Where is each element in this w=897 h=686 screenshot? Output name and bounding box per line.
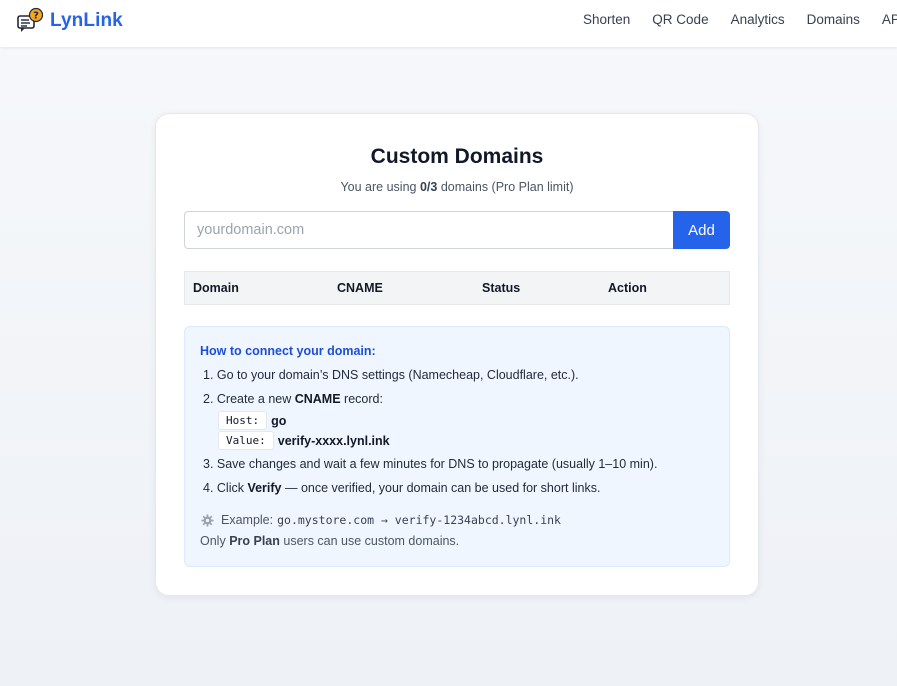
step2-suffix: record: — [340, 392, 383, 406]
note-pro-plan: Pro Plan — [229, 534, 280, 548]
svg-text:?: ? — [33, 11, 39, 22]
host-label: Host: — [218, 411, 268, 430]
usage-count: 0/3 — [419, 180, 438, 194]
nav-domains[interactable]: Domains — [807, 12, 860, 27]
page-title: Custom Domains — [370, 145, 544, 168]
gear-icon — [201, 513, 214, 527]
column-header-domain: Domain — [193, 281, 239, 295]
top-navbar: ? LynLink Shorten QR Code Analytics Doma… — [0, 0, 897, 47]
usage-prefix: You are using — [340, 180, 420, 194]
value-record-row: Value: verify-xxxx.lynl.ink — [218, 431, 390, 450]
help-step-1: 1. Go to your domain’s DNS settings (Nam… — [203, 368, 579, 382]
brand-name: LynLink — [50, 10, 123, 31]
step2-prefix: 2. Create a new — [203, 392, 295, 406]
host-record-row: Host: go — [218, 411, 286, 430]
step4-prefix: 4. Click — [203, 481, 248, 495]
step4-verify: Verify — [247, 481, 282, 495]
note-prefix: Only — [200, 534, 230, 548]
value-label: Value: — [218, 431, 274, 450]
add-domain-button[interactable]: Add — [673, 211, 730, 249]
nav-links: Shorten QR Code Analytics Domains API — [583, 12, 897, 27]
example-label: Example: — [221, 513, 274, 527]
example-line: Example: go.mystore.com → verify-1234abc… — [201, 513, 561, 527]
step2-cname: CNAME — [294, 392, 341, 406]
nav-qr-code[interactable]: QR Code — [652, 12, 708, 27]
usage-subtitle: You are using 0/3 domains (Pro Plan limi… — [156, 180, 758, 194]
value-value: verify-xxxx.lynl.ink — [277, 433, 390, 448]
column-header-status: Status — [482, 281, 521, 295]
help-title: How to connect your domain: — [200, 344, 376, 358]
nav-analytics[interactable]: Analytics — [731, 12, 785, 27]
chat-question-icon: ? — [17, 7, 44, 32]
example-value: go.mystore.com → verify-1234abcd.lynl.in… — [277, 513, 561, 527]
help-step-4: 4. Click Verify — once verified, your do… — [203, 481, 600, 495]
nav-api[interactable]: API — [882, 12, 897, 27]
domains-table-header: Domain CNAME Status Action — [184, 271, 730, 305]
custom-domains-card: Custom Domains You are using 0/3 domains… — [155, 113, 759, 596]
domain-input[interactable] — [184, 211, 674, 249]
help-step-3: 3. Save changes and wait a few minutes f… — [203, 457, 658, 471]
brand-logo[interactable]: ? LynLink — [16, 7, 123, 35]
step4-suffix: — once verified, your domain can be used… — [281, 481, 601, 495]
column-header-action: Action — [608, 281, 647, 295]
nav-shorten[interactable]: Shorten — [583, 12, 630, 27]
column-header-cname: CNAME — [337, 281, 383, 295]
host-value: go — [271, 413, 287, 428]
note-suffix: users can use custom domains. — [279, 534, 460, 548]
help-step-2: 2. Create a new CNAME record: — [203, 392, 383, 406]
connect-domain-help: How to connect your domain: 1. Go to you… — [184, 326, 730, 567]
usage-suffix: domains (Pro Plan limit) — [437, 180, 574, 194]
pro-plan-note: Only Pro Plan users can use custom domai… — [200, 534, 459, 548]
